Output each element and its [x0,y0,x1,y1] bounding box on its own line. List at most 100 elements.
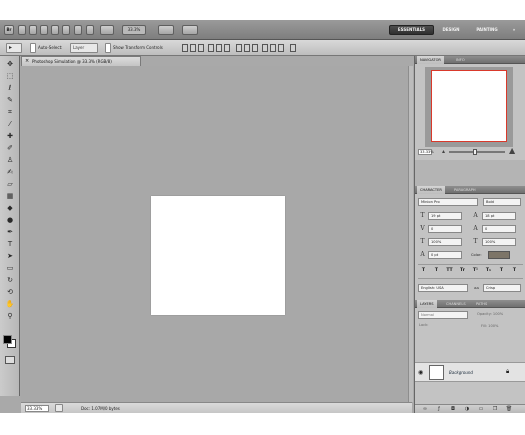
more-workspaces-button[interactable]: » [508,25,520,35]
document-canvas[interactable] [151,196,285,315]
screen-mode-icon[interactable] [182,25,198,35]
zoom-icon[interactable] [86,25,94,35]
font-family-dropdown[interactable]: Minion Pro [418,198,478,206]
horizontal-scale-field[interactable]: 100% [482,238,516,246]
3d-rotate-tool-icon[interactable]: ↻ [4,276,16,285]
status-menu-icon[interactable] [55,404,63,412]
zoom-level-select[interactable]: 33.3% [122,25,146,35]
new-group-icon[interactable]: ▭ [477,406,485,413]
workspace-design-button[interactable]: DESIGN [436,25,466,35]
pen-tool-icon[interactable]: ✒ [4,228,16,237]
gradient-tool-icon[interactable]: ▦ [4,192,16,201]
hand-tool-icon[interactable]: ✋ [4,300,16,309]
layer-row-background[interactable]: ◉ Background 🔒︎ [415,362,525,382]
auto-align-icon[interactable] [290,44,296,52]
auto-select-checkbox[interactable] [30,43,36,53]
auto-select-dropdown[interactable]: Layer [70,43,98,53]
tab-info[interactable]: INFO [453,56,468,64]
link-layers-icon[interactable]: ∞ [421,406,429,413]
healing-brush-tool-icon[interactable]: ✚ [4,132,16,141]
zoom-in-icon[interactable]: ▲ [509,146,515,155]
status-zoom-field[interactable]: 33.33% [25,405,49,412]
font-style-dropdown[interactable]: Bold [483,198,521,206]
marquee-tool-icon[interactable]: ⬚ [4,72,16,81]
distribute-top-icon[interactable] [236,44,242,52]
zoom-tool-icon[interactable]: ⚲ [4,312,16,321]
adjustment-layer-icon[interactable]: ◑ [463,406,471,413]
antialias-dropdown[interactable]: Crisp [483,284,521,292]
foreground-color-swatch[interactable] [3,335,12,344]
text-format-button[interactable]: T [510,266,519,276]
add-mask-icon[interactable]: ◘ [449,406,457,413]
arrange-documents-icon[interactable] [100,25,114,35]
history-brush-tool-icon[interactable]: ✍ [4,168,16,177]
text-format-button[interactable]: T [497,266,506,276]
quick-mask-button[interactable] [5,356,15,364]
text-color-swatch[interactable] [488,251,510,259]
baseline-shift-field[interactable]: 0 pt [428,251,462,259]
navigator-view-box[interactable] [431,70,507,142]
guides-icon[interactable] [51,25,59,35]
layer-name[interactable]: Background [449,363,473,383]
text-format-button[interactable]: T₁ [484,266,493,276]
distribute-vcenter-icon[interactable] [244,44,250,52]
opacity-field[interactable]: Opacity: 100% [475,311,523,319]
3d-orbit-tool-icon[interactable]: ⟲ [4,288,16,297]
navigator-zoom-field[interactable]: 33.33% [418,149,434,155]
eye-icon[interactable]: ◉ [418,369,423,376]
align-right-icon[interactable] [224,44,230,52]
zoom-out-icon[interactable]: ▴ [442,148,445,155]
trash-icon[interactable]: 🗑︎ [505,406,513,413]
distribute-right-icon[interactable] [278,44,284,52]
new-layer-icon[interactable]: ❐ [491,406,499,413]
move-tool-icon[interactable]: ✥ [4,60,16,69]
type-tool-icon[interactable]: T [4,240,16,249]
eyedropper-tool-icon[interactable]: ⁄ [4,120,16,129]
fx-icon[interactable]: ƒ [435,406,443,413]
kerning-field[interactable]: 0 [428,225,462,233]
show-transform-checkbox[interactable] [105,43,111,53]
workspace-painting-button[interactable]: PAINTING [468,25,506,35]
distribute-left-icon[interactable] [262,44,268,52]
quick-select-tool-icon[interactable]: ✎ [4,96,16,105]
navigator-slider-handle[interactable] [473,149,477,155]
language-dropdown[interactable]: English: USA [418,284,468,292]
clone-stamp-tool-icon[interactable]: ♙ [4,156,16,165]
canvas-workspace[interactable] [21,66,412,402]
align-bottom-icon[interactable] [198,44,204,52]
align-hcenter-icon[interactable] [216,44,222,52]
grid-icon[interactable] [62,25,70,35]
tool-preset-picker[interactable]: ▸ [6,43,22,53]
text-format-button[interactable]: T [419,266,428,276]
font-size-field[interactable]: 19 pt [428,212,462,220]
tracking-field[interactable]: 0 [482,225,516,233]
extras-icon[interactable] [29,25,37,35]
document-tab[interactable]: × Photoshop Simulation @ 33.3% (RGB/8) [21,56,141,66]
bridge-button[interactable]: Br [4,25,14,35]
hand-icon[interactable] [74,25,82,35]
tab-channels[interactable]: CHANNELS [443,300,469,308]
navigator-zoom-slider[interactable] [449,151,505,153]
align-left-icon[interactable] [208,44,214,52]
tab-navigator[interactable]: NAVIGATOR [417,56,444,64]
workspace-essentials-button[interactable]: ESSENTIALS [389,25,434,35]
text-format-button[interactable]: T¹ [471,266,480,276]
blur-tool-icon[interactable]: ◆ [4,204,16,213]
tab-paragraph[interactable]: PARAGRAPH [451,186,479,194]
crop-tool-icon[interactable]: ⌗ [4,108,16,117]
leading-field[interactable]: 18 pt [482,212,516,220]
shape-tool-icon[interactable]: ▭ [4,264,16,273]
view-extras-icon[interactable] [40,25,48,35]
tab-paths[interactable]: PATHS [473,300,490,308]
text-format-button[interactable]: Tr [458,266,467,276]
vertical-scale-field[interactable]: 100% [428,238,462,246]
arrange-icon[interactable] [158,25,174,35]
distribute-hcenter-icon[interactable] [270,44,276,52]
fill-field[interactable]: Fill: 100% [479,323,523,331]
align-top-icon[interactable] [182,44,188,52]
close-tab-icon[interactable]: × [25,57,29,66]
path-select-tool-icon[interactable]: ➤ [4,252,16,261]
text-format-button[interactable]: T [432,266,441,276]
blend-mode-dropdown[interactable]: Normal [418,311,468,319]
text-format-button[interactable]: TT [445,266,454,276]
